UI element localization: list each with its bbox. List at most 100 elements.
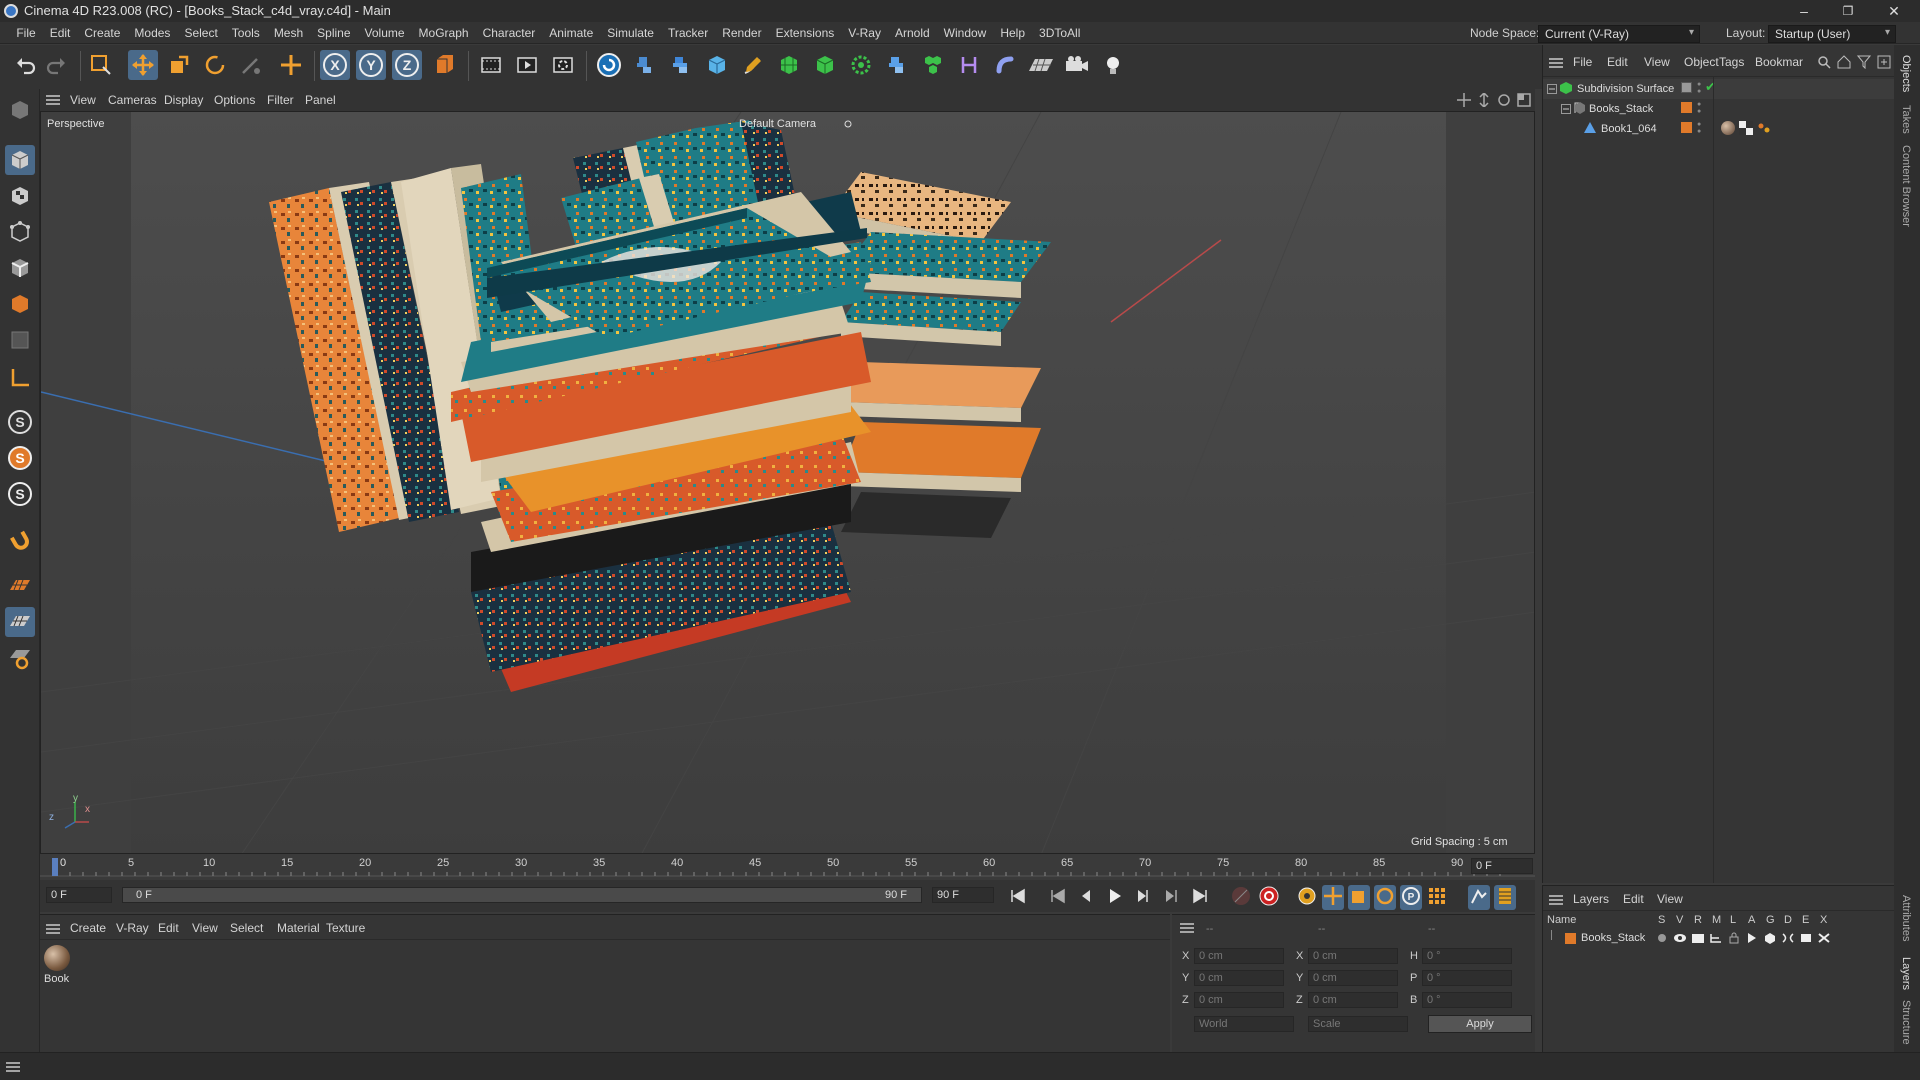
x-axis-icon[interactable]: X [320, 50, 350, 80]
menu-3dtoall[interactable]: 3DToAll [1032, 22, 1087, 44]
grid-icon[interactable] [5, 571, 35, 601]
menu-extensions[interactable]: Extensions [769, 22, 842, 44]
object-row-subdivision-surface[interactable]: Subdivision Surface ● ● ✔ [1543, 79, 1895, 99]
z-axis-icon[interactable]: Z [392, 50, 422, 80]
visible-eye-icon[interactable] [1673, 932, 1687, 947]
render-settings-icon[interactable] [548, 50, 578, 80]
timeline-window-icon[interactable] [1494, 885, 1516, 910]
key-position-icon[interactable] [1322, 885, 1344, 910]
world-coordinate-icon[interactable] [430, 50, 460, 80]
filter-icon[interactable] [1856, 55, 1872, 72]
object-name[interactable]: Books_Stack [1589, 103, 1653, 115]
recent-tool-icon[interactable] [236, 50, 266, 80]
snap-settings-icon[interactable]: S [5, 479, 35, 509]
autokey-icon[interactable] [1258, 885, 1280, 910]
objects-menu-edit[interactable]: Edit [1607, 55, 1628, 69]
points-mode-icon[interactable] [5, 217, 35, 247]
visibility-dots[interactable]: ● ● [1697, 81, 1701, 95]
layer-swatch[interactable] [1681, 82, 1692, 93]
size-z-field[interactable]: 0 cm [1308, 992, 1398, 1008]
manager-icon[interactable] [1709, 932, 1723, 947]
menu-animate[interactable]: Animate [542, 22, 600, 44]
viewport-menu-cameras[interactable]: Cameras [108, 93, 157, 107]
position-z-field[interactable]: 0 cm [1194, 992, 1284, 1008]
material-menu-select[interactable]: Select [230, 921, 263, 935]
light-icon[interactable] [1098, 50, 1128, 80]
viewport-menu-view[interactable]: View [70, 93, 96, 107]
material-menu-create[interactable]: Create [70, 921, 106, 935]
floor-icon[interactable] [1026, 50, 1056, 80]
layout-select[interactable]: Startup (User) [1768, 25, 1896, 43]
menu-mesh[interactable]: Mesh [267, 22, 310, 44]
generators-icon[interactable] [1763, 932, 1777, 947]
layer-color-swatch[interactable] [1565, 933, 1576, 944]
current-frame-field[interactable]: 0 F [1471, 858, 1533, 874]
lock-icon[interactable] [1727, 932, 1741, 947]
snap-orange-icon[interactable]: S [5, 443, 35, 473]
go-to-end-icon[interactable] [1190, 886, 1210, 909]
tab-layers[interactable]: Layers [1900, 957, 1912, 990]
expressions-icon[interactable] [1799, 932, 1813, 947]
viewport-maximize-icon[interactable] [1517, 93, 1531, 110]
polygons-mode-icon[interactable] [5, 289, 35, 319]
snap-icon[interactable]: S [5, 407, 35, 437]
record-active-icon[interactable] [1230, 885, 1252, 910]
previous-keyframe-icon[interactable] [1048, 886, 1068, 909]
model-mode-icon[interactable] [5, 145, 35, 175]
texture-mode-icon[interactable] [5, 181, 35, 211]
cloner-icon[interactable] [846, 50, 876, 80]
viewport-rotate-icon[interactable] [1497, 93, 1511, 110]
python-icon[interactable] [630, 50, 660, 80]
next-keyframe-icon[interactable] [1160, 886, 1180, 909]
layer-row-books-stack[interactable]: Books_Stack [1543, 930, 1895, 948]
restore-button[interactable]: ❐ [1826, 0, 1870, 22]
material-ball-thumbnail[interactable] [44, 945, 70, 971]
scale-mode-select[interactable]: Scale [1308, 1016, 1408, 1032]
viewport-camera-label[interactable]: Default Camera [739, 118, 816, 130]
material-menu-material[interactable]: Material [277, 921, 320, 935]
size-y-field[interactable]: 0 cm [1308, 970, 1398, 986]
menu-create[interactable]: Create [77, 22, 127, 44]
menu-tracker[interactable]: Tracker [661, 22, 715, 44]
scale-icon[interactable] [164, 50, 194, 80]
visibility-dots[interactable]: ● ● [1697, 101, 1701, 115]
menu-render[interactable]: Render [715, 22, 768, 44]
menu-help[interactable]: Help [993, 22, 1032, 44]
tab-takes[interactable]: Takes [1900, 105, 1912, 134]
apply-button[interactable]: Apply [1428, 1015, 1532, 1033]
layers-hamburger-icon[interactable] [1549, 894, 1563, 909]
close-button[interactable]: ✕ [1872, 0, 1916, 22]
perspective-viewport[interactable]: Perspective Default Camera Grid Spacing … [40, 111, 1535, 854]
rotation-p-field[interactable]: 0 ° [1422, 970, 1512, 986]
viewport-menu-options[interactable]: Options [214, 93, 255, 107]
expand-icon[interactable] [1547, 83, 1557, 97]
search-icon[interactable] [1817, 55, 1831, 72]
field-icon[interactable] [990, 50, 1020, 80]
object-name[interactable]: Subdivision Surface [1577, 83, 1674, 95]
key-rotation-icon[interactable] [1374, 885, 1396, 910]
texture-tag-icon[interactable] [1739, 121, 1753, 138]
deformer-icon[interactable] [954, 50, 984, 80]
tab-content-browser[interactable]: Content Browser [1900, 145, 1912, 227]
size-x-field[interactable]: 0 cm [1308, 948, 1398, 964]
previous-frame-icon[interactable] [1076, 886, 1096, 909]
redo-icon[interactable] [42, 50, 72, 80]
layers-menu-view[interactable]: View [1657, 892, 1683, 906]
render-view-icon[interactable] [476, 50, 506, 80]
menu-spline[interactable]: Spline [310, 22, 357, 44]
coords-hamburger-icon[interactable] [1180, 922, 1194, 937]
undo-icon[interactable] [10, 50, 40, 80]
create-tool-icon[interactable] [276, 50, 306, 80]
material-hamburger-icon[interactable] [46, 923, 60, 938]
node-space-select[interactable]: Current (V-Ray) [1538, 25, 1700, 43]
menu-tools[interactable]: Tools [225, 22, 267, 44]
y-axis-icon[interactable]: Y [356, 50, 386, 80]
viewport-menu-display[interactable]: Display [164, 93, 203, 107]
end-frame-field[interactable]: 90 F [932, 887, 994, 903]
menu-vray[interactable]: V-Ray [841, 22, 888, 44]
edges-mode-icon[interactable] [5, 253, 35, 283]
solo-icon[interactable] [1658, 934, 1666, 942]
next-frame-icon[interactable] [1132, 886, 1152, 909]
status-hamburger-icon[interactable] [6, 1061, 20, 1076]
tab-structure[interactable]: Structure [1900, 1000, 1912, 1045]
